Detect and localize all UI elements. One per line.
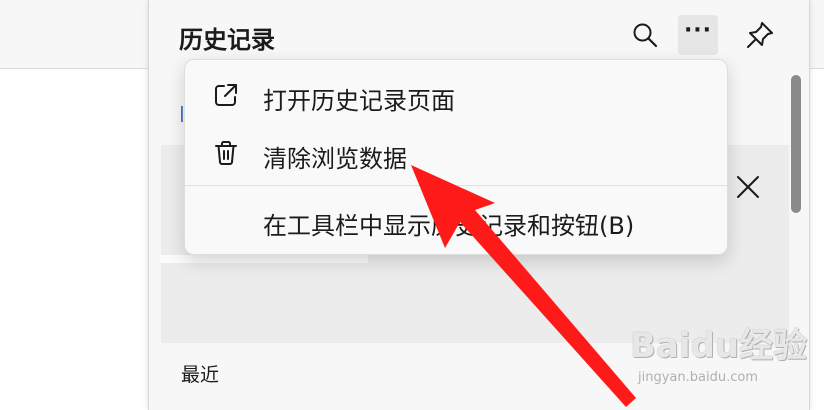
arrow-shape	[411, 165, 636, 407]
red-arrow-annotation	[411, 165, 636, 407]
